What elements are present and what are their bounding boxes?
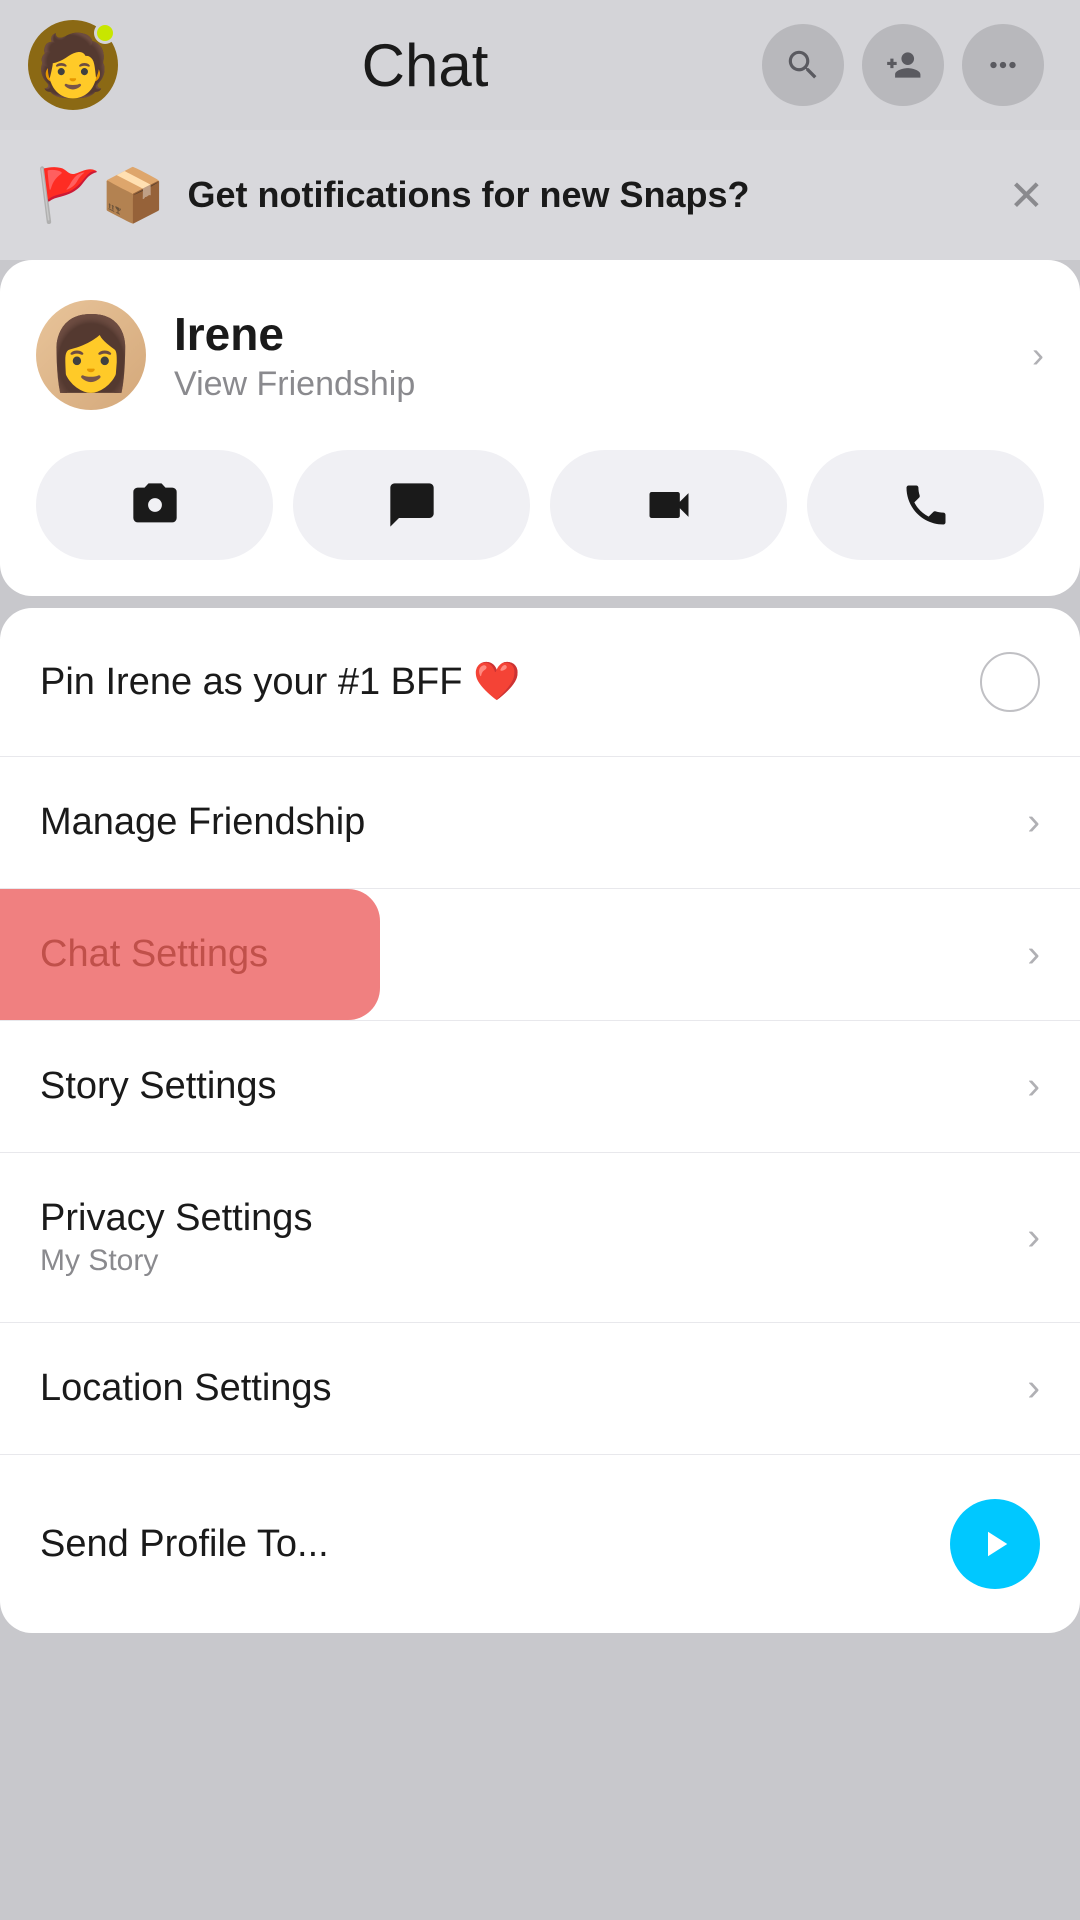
profile-chevron-right-icon[interactable]: › [1032,334,1044,376]
manage-friendship-title: Manage Friendship [40,801,1027,844]
profile-info: Irene View Friendship [174,307,1004,404]
privacy-settings-subtitle: My Story [40,1244,1027,1278]
action-buttons-row [36,450,1044,560]
pin-bff-content: Pin Irene as your #1 BFF ❤️ [40,660,980,704]
contact-name: Irene [174,307,1004,361]
privacy-settings-title: Privacy Settings [40,1197,1027,1240]
user-avatar-container[interactable]: 🧑 [28,20,118,110]
story-settings-menu-item[interactable]: Story Settings › [0,1021,1080,1153]
story-settings-chevron-icon: › [1027,1065,1040,1108]
pin-bff-toggle[interactable] [980,652,1040,712]
search-button[interactable] [762,24,844,106]
manage-friendship-chevron-icon: › [1027,801,1040,844]
story-settings-title: Story Settings [40,1065,1027,1108]
privacy-settings-content: Privacy Settings My Story [40,1197,1027,1278]
notification-area: 🚩📦 Get notifications for new Snaps? ✕ [0,130,1080,260]
contact-avatar: 👩 [36,300,146,410]
manage-friendship-content: Manage Friendship [40,801,1027,844]
location-settings-content: Location Settings [40,1367,1027,1410]
pin-bff-title: Pin Irene as your #1 BFF ❤️ [40,660,980,704]
more-options-button[interactable] [962,24,1044,106]
view-friendship-label: View Friendship [174,365,1004,404]
location-settings-title: Location Settings [40,1367,1027,1410]
message-action-button[interactable] [293,450,530,560]
send-profile-title: Send Profile To... [40,1523,950,1566]
chat-settings-chevron-icon: › [1027,933,1040,976]
location-settings-menu-item[interactable]: Location Settings › [0,1323,1080,1455]
chat-settings-title: Chat Settings [40,933,1027,976]
profile-header: 👩 Irene View Friendship › [36,300,1044,410]
pin-bff-menu-item[interactable]: Pin Irene as your #1 BFF ❤️ [0,608,1080,757]
video-call-action-button[interactable] [550,450,787,560]
phone-call-action-button[interactable] [807,450,1044,560]
header: 🧑 Chat [0,0,1080,130]
notification-icon: 🚩📦 [36,165,166,226]
page-title: Chat [118,31,732,100]
online-indicator [94,22,116,44]
manage-friendship-menu-item[interactable]: Manage Friendship › [0,757,1080,889]
menu-card: Pin Irene as your #1 BFF ❤️ Manage Frien… [0,608,1080,1633]
add-friend-button[interactable] [862,24,944,106]
story-settings-content: Story Settings [40,1065,1027,1108]
camera-action-button[interactable] [36,450,273,560]
location-settings-chevron-icon: › [1027,1367,1040,1410]
header-actions [762,24,1044,106]
header-left: 🧑 [28,20,118,110]
notification-text: Get notifications for new Snaps? [188,174,987,216]
notification-close-button[interactable]: ✕ [1009,171,1044,220]
chat-settings-menu-item[interactable]: Chat Settings › [0,889,1080,1021]
privacy-settings-menu-item[interactable]: Privacy Settings My Story › [0,1153,1080,1323]
send-profile-menu-item[interactable]: Send Profile To... [0,1455,1080,1633]
send-profile-button[interactable] [950,1499,1040,1589]
chat-settings-content: Chat Settings [40,933,1027,976]
send-profile-content: Send Profile To... [40,1523,950,1566]
privacy-settings-chevron-icon: › [1027,1216,1040,1259]
profile-card: 👩 Irene View Friendship › [0,260,1080,596]
